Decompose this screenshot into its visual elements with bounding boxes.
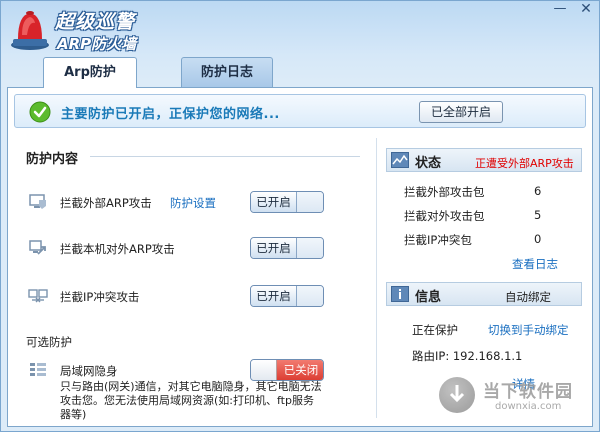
binding-mode: 自动绑定 (505, 290, 551, 304)
status-header: 状态 正遭受外部ARP攻击 (386, 148, 582, 172)
enable-all-button[interactable]: 已全部开启 (419, 101, 503, 123)
stat-value: 6 (534, 184, 542, 198)
protection-label: 拦截外部ARP攻击 (60, 196, 152, 210)
external-arp-toggle[interactable]: 已开启 (250, 191, 324, 213)
ip-conflict-icon (28, 289, 48, 303)
check-icon (29, 101, 51, 123)
lan-stealth-toggle[interactable]: 已关闭 (250, 359, 324, 381)
tab-protection-log[interactable]: 防护日志 (181, 57, 273, 87)
optional-protection-title: 可选防护 (26, 335, 72, 349)
protection-row-external-arp: 拦截外部ARP攻击 防护设置 已开启 (14, 190, 372, 216)
toggle-label: 已开启 (251, 192, 297, 212)
app-title: 超级巡警 (55, 11, 136, 33)
protection-label: 拦截IP冲突攻击 (60, 290, 140, 304)
stat-value: 0 (534, 232, 542, 246)
info-header: 信息 自动绑定 (386, 282, 582, 306)
toggle-label: 已关闭 (277, 360, 323, 380)
info-title: 信息 (415, 290, 442, 305)
watermark: 当下软件园 downxia.com (439, 373, 589, 423)
stat-label: 拦截IP冲突包 (404, 233, 472, 247)
view-log-link[interactable]: 查看日志 (512, 256, 558, 272)
siren-logo-icon (11, 11, 49, 50)
router-ip-text: 路由IP: 192.168.1.1 (412, 349, 523, 363)
outbound-arp-toggle[interactable]: 已开启 (250, 237, 324, 259)
protection-section: 防护内容 拦截外部ARP攻击 防护设置 已开启 拦截本机对外ARP攻击 已开启 … (14, 138, 372, 422)
app-window: 超级巡警 ARP防火墙 — ✕ Arp防护 防护日志 主要防护已开启，正保护您的… (0, 0, 600, 432)
status-chart-icon (391, 152, 409, 168)
panel-divider (376, 138, 377, 418)
protection-row-outbound-arp: 拦截本机对外ARP攻击 已开启 (14, 236, 372, 262)
lan-stealth-description: 只与路由(网关)通信，对其它电脑隐身，其它电脑无法攻击您。您无法使用局域网资源(… (60, 380, 322, 421)
switch-manual-binding-link[interactable]: 切换到手动绑定 (488, 322, 569, 338)
app-subtitle: ARP防火墙 (57, 35, 137, 53)
stat-label: 拦截外部攻击包 (404, 185, 485, 199)
section-divider (90, 156, 360, 157)
minimize-button[interactable]: — (547, 1, 573, 19)
lan-stealth-label: 局域网隐身 (60, 364, 118, 378)
stat-value: 5 (534, 208, 542, 222)
close-button[interactable]: ✕ (573, 1, 599, 19)
shield-monitor-icon (29, 194, 46, 209)
outbound-arrow-icon (29, 240, 46, 255)
ip-conflict-toggle[interactable]: 已开启 (250, 285, 324, 307)
protection-label: 拦截本机对外ARP攻击 (60, 242, 175, 256)
section-title: 防护内容 (26, 152, 79, 167)
toggle-label: 已开启 (251, 286, 297, 306)
protection-status-text: 主要防护已开启，正保护您的网络... (61, 107, 280, 122)
protecting-label: 正在保护 (412, 323, 458, 337)
lan-stealth-icon (30, 363, 46, 376)
watermark-name: 当下软件园 (483, 382, 573, 402)
download-logo-icon (439, 377, 475, 413)
status-banner: 主要防护已开启，正保护您的网络... 已全部开启 (14, 94, 586, 128)
toggle-label: 已开启 (251, 238, 297, 258)
info-icon (391, 286, 409, 302)
protection-row-ip-conflict: 拦截IP冲突攻击 已开启 (14, 284, 372, 310)
watermark-url: downxia.com (495, 401, 562, 412)
stat-label: 拦截对外攻击包 (404, 209, 485, 223)
status-title: 状态 (415, 156, 442, 171)
attack-alert-text: 正遭受外部ARP攻击 (475, 157, 574, 170)
protection-settings-link[interactable]: 防护设置 (170, 195, 216, 211)
tab-arp-protection[interactable]: Arp防护 (43, 57, 137, 88)
